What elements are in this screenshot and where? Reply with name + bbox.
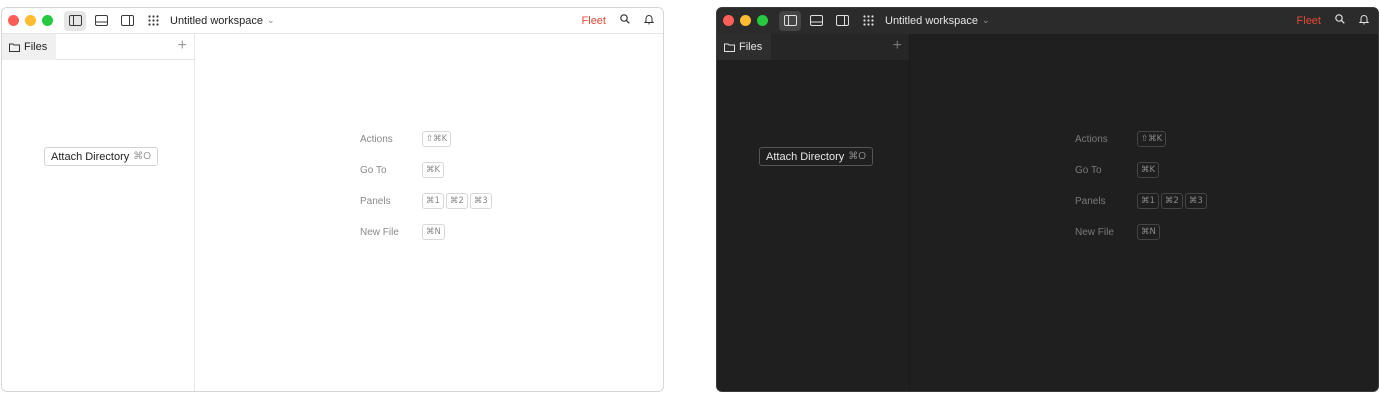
grid-icon	[862, 15, 874, 26]
hint-row-goto: Go To ⌘K	[360, 161, 445, 179]
workspace-title: Untitled workspace	[170, 14, 263, 27]
left-panel-icon	[68, 15, 82, 26]
attach-directory-shortcut: ⌘O	[848, 151, 867, 162]
search-icon[interactable]	[620, 14, 630, 27]
hint-row-goto: Go To ⌘K	[1075, 161, 1160, 179]
hint-label: New File	[360, 226, 399, 238]
bottom-panel-icon	[809, 15, 823, 26]
workspace-selector[interactable]: Untitled workspace ⌄	[885, 15, 989, 27]
right-panel-icon	[835, 15, 849, 26]
shortcut-key: ⌘1	[1137, 193, 1159, 209]
grid-icon	[147, 15, 159, 26]
hint-label: Panels	[1075, 195, 1106, 207]
shortcut-key: ⌘3	[1184, 193, 1207, 209]
hint-label: Go To	[360, 164, 387, 176]
traffic-lights	[723, 15, 768, 26]
attach-directory-shortcut: ⌘O	[133, 151, 152, 162]
close-window-button[interactable]	[723, 15, 734, 26]
toggle-left-panel-button[interactable]	[779, 10, 801, 31]
toggle-left-panel-button[interactable]	[64, 10, 86, 31]
hint-row-panels: Panels ⌘1 ⌘2 ⌘3	[360, 192, 492, 210]
attach-directory-label: Attach Directory	[766, 150, 845, 163]
title-bar: Untitled workspace ⌄ Fleet	[2, 8, 663, 34]
hint-row-actions: Actions ⇧⌘K	[360, 130, 452, 148]
hint-row-new-file: New File ⌘N	[360, 223, 445, 241]
editor-area: Actions ⇧⌘K Go To ⌘K Panels ⌘1 ⌘2 ⌘3 New…	[195, 34, 663, 391]
minimize-window-button[interactable]	[740, 15, 751, 26]
shortcut-key: ⌘2	[445, 193, 468, 209]
files-sidebar: Files + Attach Directory ⌘O	[717, 34, 910, 391]
notifications-bell-icon[interactable]	[643, 14, 655, 28]
attach-directory-button[interactable]: Attach Directory ⌘O	[44, 147, 159, 166]
traffic-lights	[8, 15, 53, 26]
editor-area: Actions ⇧⌘K Go To ⌘K Panels ⌘1 ⌘2 ⌘3 New…	[910, 34, 1378, 391]
search-icon[interactable]	[1335, 14, 1345, 27]
bottom-panel-icon	[94, 15, 108, 26]
files-sidebar: Files + Attach Directory ⌘O	[2, 34, 195, 391]
tab-files-label: Files	[739, 41, 763, 53]
tools-grid-button[interactable]	[857, 11, 879, 31]
hint-label: Go To	[1075, 164, 1102, 176]
shortcut-key: ⌘N	[422, 224, 445, 240]
shortcut-key: ⌘3	[469, 193, 492, 209]
add-tab-plus-icon[interactable]: +	[893, 37, 902, 55]
tab-files-label: Files	[24, 41, 48, 53]
hint-row-new-file: New File ⌘N	[1075, 223, 1160, 241]
toggle-right-panel-button[interactable]	[116, 11, 138, 31]
chevron-down-icon: ⌄	[981, 15, 990, 25]
left-panel-icon	[783, 15, 797, 26]
folder-icon	[9, 43, 20, 52]
chevron-down-icon: ⌄	[266, 15, 275, 25]
attach-directory-button[interactable]: Attach Directory ⌘O	[759, 147, 874, 166]
folder-icon	[724, 43, 735, 52]
title-bar: Untitled workspace ⌄ Fleet	[717, 8, 1378, 34]
hint-row-actions: Actions ⇧⌘K	[1075, 130, 1167, 148]
add-tab-plus-icon[interactable]: +	[178, 37, 187, 55]
zoom-window-button[interactable]	[42, 15, 53, 26]
hint-label: New File	[1075, 226, 1114, 238]
shortcut-key: ⌘K	[422, 162, 445, 178]
fleet-window-dark: Untitled workspace ⌄ Fleet Files + Attac…	[716, 7, 1379, 392]
fleet-brand-label[interactable]: Fleet	[582, 15, 606, 27]
workspace-title: Untitled workspace	[885, 14, 978, 27]
hint-label: Actions	[360, 133, 393, 145]
workspace-selector[interactable]: Untitled workspace ⌄	[170, 15, 274, 27]
toggle-right-panel-button[interactable]	[831, 11, 853, 31]
tools-grid-button[interactable]	[142, 11, 164, 31]
hint-label: Actions	[1075, 133, 1108, 145]
shortcut-key: ⌘K	[1137, 162, 1160, 178]
tab-files[interactable]: Files	[2, 34, 56, 60]
fleet-brand-label[interactable]: Fleet	[1297, 15, 1321, 27]
shortcut-key: ⌘2	[1160, 193, 1183, 209]
minimize-window-button[interactable]	[25, 15, 36, 26]
toggle-bottom-panel-button[interactable]	[805, 11, 827, 31]
right-panel-icon	[120, 15, 134, 26]
toggle-bottom-panel-button[interactable]	[90, 11, 112, 31]
hint-label: Panels	[360, 195, 391, 207]
notifications-bell-icon[interactable]	[1358, 14, 1370, 28]
hint-row-panels: Panels ⌘1 ⌘2 ⌘3	[1075, 192, 1207, 210]
zoom-window-button[interactable]	[757, 15, 768, 26]
close-window-button[interactable]	[8, 15, 19, 26]
shortcut-key: ⌘N	[1137, 224, 1160, 240]
tab-files[interactable]: Files	[717, 34, 771, 60]
shortcut-key: ⇧⌘K	[1137, 131, 1167, 147]
attach-directory-label: Attach Directory	[51, 150, 130, 163]
shortcut-key: ⇧⌘K	[422, 131, 452, 147]
fleet-window-light: Untitled workspace ⌄ Fleet Files + Attac…	[1, 7, 664, 392]
shortcut-key: ⌘1	[422, 193, 444, 209]
